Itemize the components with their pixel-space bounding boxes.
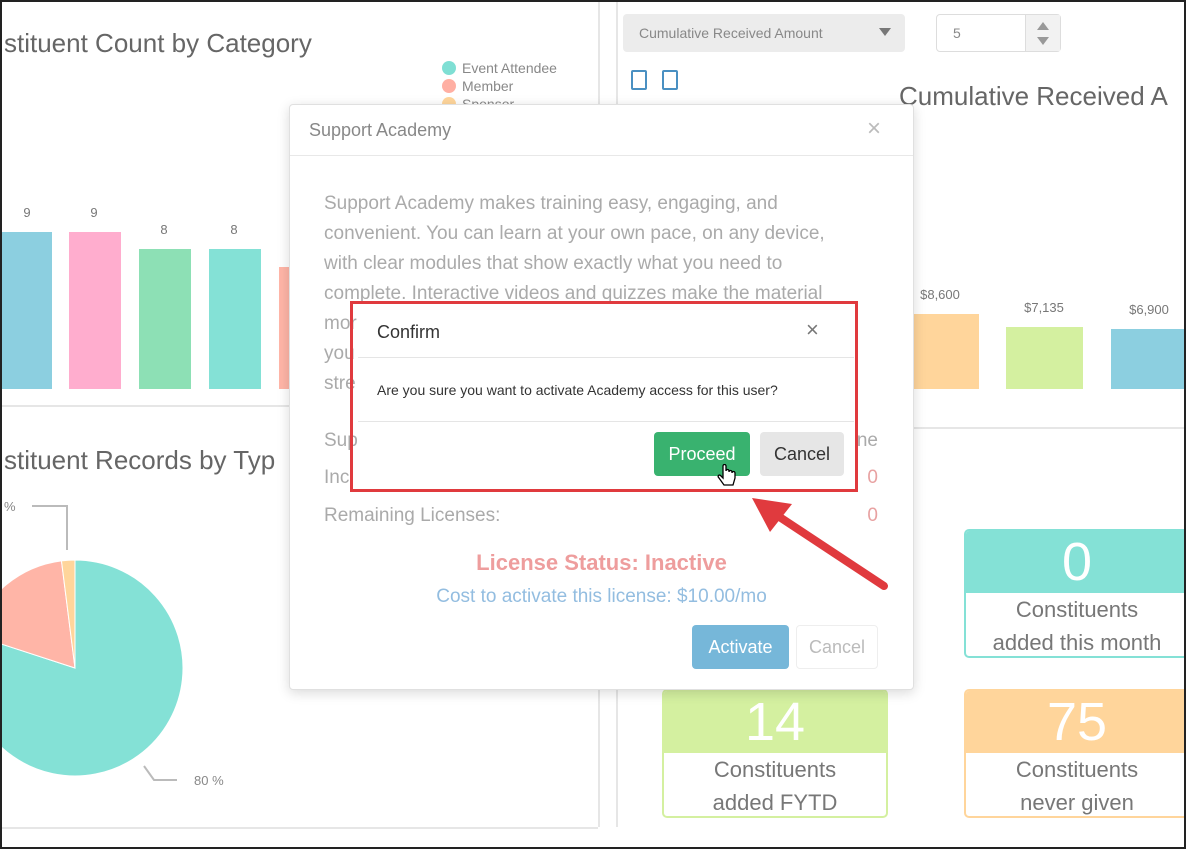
bar[interactable] — [69, 231, 121, 389]
stat-label: added FYTD — [712, 790, 838, 815]
hand-cursor-icon — [717, 464, 736, 486]
metric-select[interactable]: Cumulative Received Amount — [623, 14, 905, 52]
bar-value-label: 8 — [160, 222, 168, 237]
count-stepper-value: 5 — [953, 25, 961, 41]
remaining-licenses-label: Remaining Licenses: — [324, 505, 501, 526]
bar-value-label: $6,900 — [1129, 301, 1169, 317]
legend-swatch — [442, 61, 456, 75]
metric-select-value: Cumulative Received Amount — [639, 25, 823, 41]
stat-label: added this month — [992, 630, 1162, 655]
dashboard-frame: stituent Count by Category Event Attende… — [0, 0, 1186, 849]
close-icon[interactable]: × — [867, 115, 881, 143]
stat-label: Constituents — [713, 757, 837, 782]
stat-label: never given — [1020, 790, 1134, 815]
chevron-down-icon — [879, 28, 891, 36]
image-export-icon[interactable] — [662, 70, 678, 90]
legend-swatch — [442, 79, 456, 93]
arrow-down-icon[interactable] — [1037, 37, 1049, 45]
stat-card: 14 Constituents added FYTD — [662, 689, 888, 818]
legend-label: Member — [462, 78, 514, 94]
highlight-box — [350, 301, 858, 492]
legend-item[interactable]: Event Attendee — [442, 59, 557, 77]
bar[interactable] — [2, 231, 52, 389]
stat-card: 0 Constituents added this month — [964, 529, 1184, 658]
annotation-arrow-icon — [752, 498, 888, 590]
modal-header: Support Academy × — [290, 105, 913, 156]
stat-label: Constituents — [1015, 597, 1139, 622]
license-row-value: ne — [856, 430, 878, 451]
bar-value-label: $8,600 — [920, 286, 960, 302]
cancel-button[interactable]: Cancel — [796, 625, 878, 669]
license-row-label: Inc — [324, 467, 350, 488]
description-line: with clear modules that show exactly wha… — [324, 253, 783, 274]
stat-label: Constituents — [1015, 757, 1139, 782]
stat-value: 0 — [966, 531, 1184, 593]
chart-title: stituent Records by Typ — [4, 445, 276, 475]
bar-value-label: $7,135 — [1024, 299, 1064, 315]
legend-label: Event Attendee — [462, 60, 557, 76]
bar-value-label: 8 — [230, 222, 238, 237]
activate-button[interactable]: Activate — [692, 625, 789, 669]
stat-value: 14 — [664, 691, 886, 753]
bar[interactable] — [139, 249, 191, 389]
stepper-buttons[interactable] — [1025, 15, 1060, 51]
bar[interactable] — [1111, 328, 1184, 389]
description-line: convenient. You can learn at your own pa… — [324, 223, 825, 244]
pdf-export-icon[interactable] — [631, 70, 647, 90]
pie-chart — [2, 559, 184, 777]
chart-title: Cumulative Received A — [899, 81, 1168, 111]
panel-divider — [2, 827, 598, 829]
count-stepper[interactable]: 5 — [936, 14, 1061, 52]
bar[interactable] — [1006, 326, 1083, 389]
license-row-value: 0 — [867, 467, 878, 488]
bar-value-label: 9 — [23, 204, 31, 220]
chart-title: stituent Count by Category — [4, 28, 312, 58]
arrow-up-icon[interactable] — [1037, 22, 1049, 30]
bar[interactable] — [209, 249, 261, 389]
stat-card: 75 Constituents never given — [964, 689, 1184, 818]
stat-value: 75 — [966, 691, 1184, 753]
legend-item[interactable]: Member — [442, 77, 557, 95]
description-line: Support Academy makes training easy, eng… — [324, 193, 778, 214]
bar-value-label: 9 — [90, 204, 98, 220]
modal-title: Support Academy — [309, 119, 452, 140]
